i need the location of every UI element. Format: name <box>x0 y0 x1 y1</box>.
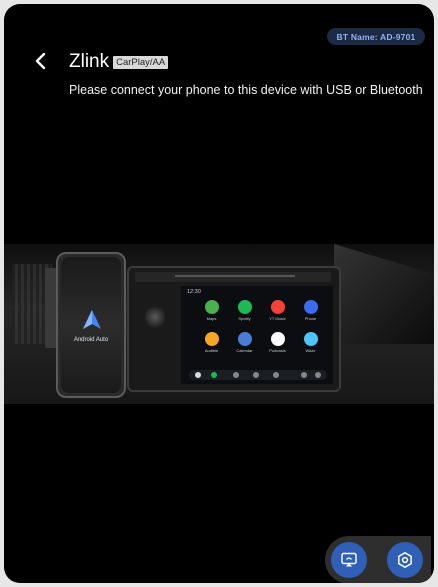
cast-button[interactable] <box>331 542 367 578</box>
spotify-icon <box>237 300 252 314</box>
head-unit-side-panel <box>137 286 179 382</box>
volume-knob <box>145 304 165 330</box>
phone-label: Android Auto <box>73 337 109 343</box>
podcasts-icon <box>270 332 285 346</box>
phone-illustration: Android Auto <box>56 252 126 398</box>
phone-icon <box>303 300 318 314</box>
android-auto-logo-icon <box>83 310 101 329</box>
app-yt-music: YT Music <box>261 300 294 332</box>
mic-icon <box>315 372 321 378</box>
spotify-small-icon <box>211 372 217 378</box>
head-unit-top <box>135 272 331 282</box>
head-unit: 12:30 Maps Spotify YT Music Phone Audibl… <box>127 266 341 392</box>
home-icon <box>195 372 201 378</box>
maps-icon <box>204 300 219 314</box>
app-calendar: Calendar <box>228 332 261 364</box>
screen-time: 12:30 <box>187 289 201 295</box>
page-title: Zlink CarPlay/AA <box>69 51 169 73</box>
chevron-left-icon <box>35 52 46 70</box>
yt-music-icon <box>270 300 285 314</box>
next-icon <box>273 372 279 378</box>
bell-icon <box>301 372 307 378</box>
app-window: BT Name: AD-9701 Zlink CarPlay/AA Please… <box>4 4 434 583</box>
app-phone: Phone <box>294 300 327 332</box>
car-illustration: 12:30 Maps Spotify YT Music Phone Audibl… <box>4 224 434 414</box>
app-audible: Audible <box>195 332 228 364</box>
calendar-icon <box>237 332 252 346</box>
app-podcasts: Podcasts <box>261 332 294 364</box>
instruction-text: Please connect your phone to this device… <box>69 83 423 97</box>
app-maps: Maps <box>195 300 228 332</box>
app-waze: Waze <box>294 332 327 364</box>
settings-hexagon-icon <box>398 551 412 569</box>
app-grid: Maps Spotify YT Music Phone Audible Cale… <box>195 300 327 364</box>
cast-screen-icon <box>341 552 357 567</box>
waze-icon <box>303 332 318 346</box>
previous-icon <box>233 372 239 378</box>
action-dock <box>325 536 431 583</box>
head-unit-screen: 12:30 Maps Spotify YT Music Phone Audibl… <box>181 286 333 384</box>
bt-name-badge: BT Name: AD-9701 <box>327 28 425 45</box>
app-spotify: Spotify <box>228 300 261 332</box>
back-button[interactable] <box>29 49 53 73</box>
phone-screen: Android Auto <box>61 257 121 393</box>
media-bar <box>189 370 327 380</box>
audible-icon <box>204 332 219 346</box>
settings-button[interactable] <box>387 542 423 578</box>
pause-icon <box>253 372 259 378</box>
title-tag: CarPlay/AA <box>113 55 169 69</box>
title-text: Zlink <box>69 51 110 72</box>
